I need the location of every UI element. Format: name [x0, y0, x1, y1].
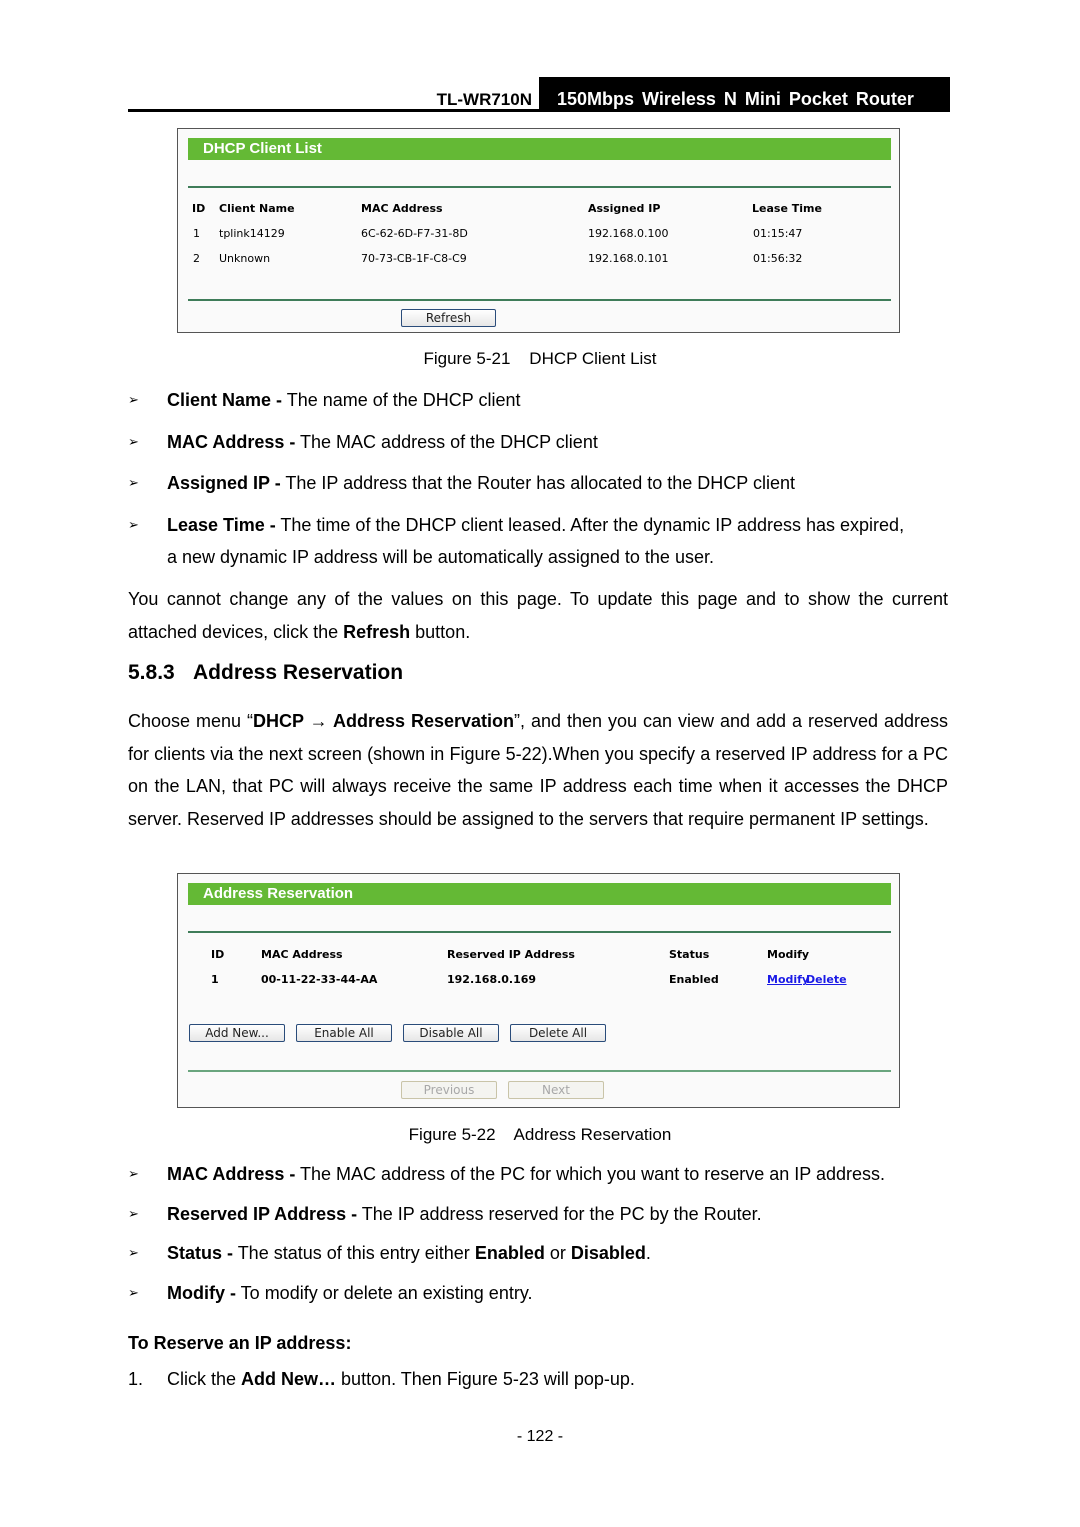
bullet-arrow-icon: ➢: [128, 392, 139, 407]
header-rule: [128, 109, 950, 112]
divider: [188, 186, 891, 188]
header-product-title: 150Mbps Wireless N Mini Pocket Router: [539, 77, 950, 112]
bullet-arrow-icon: ➢: [128, 1245, 139, 1260]
divider: [188, 931, 891, 933]
description: The MAC address of the DHCP client: [295, 432, 598, 452]
section-number: 5.8.3: [128, 661, 175, 684]
section-title: Address Reservation: [193, 661, 404, 684]
term: Reserved IP Address -: [167, 1204, 358, 1224]
bullet-arrow-icon: ➢: [128, 1166, 139, 1181]
modify-link[interactable]: Modify: [767, 973, 809, 986]
disable-all-button[interactable]: Disable All: [403, 1024, 499, 1042]
page-number: - 122 -: [516, 1428, 564, 1445]
column-header-client-name: Client Name: [219, 202, 295, 215]
term: Client Name -: [167, 390, 283, 410]
panel-title: Address Reservation: [188, 883, 891, 905]
cell-id: 2: [193, 252, 200, 265]
next-button[interactable]: Next: [508, 1081, 604, 1099]
header-model: TL-WR710N: [436, 90, 532, 109]
divider: [188, 299, 891, 301]
step-number: 1.: [128, 1369, 144, 1389]
column-header-id: ID: [192, 202, 206, 215]
bullet-arrow-icon: ➢: [128, 475, 139, 490]
column-header-assigned-ip: Assigned IP: [588, 202, 661, 215]
description: The MAC address of the PC for which you …: [295, 1164, 885, 1184]
panel-title: DHCP Client List: [188, 138, 891, 160]
column-header-reserved-ip: Reserved IP Address: [447, 948, 575, 961]
cell-mac-address: 6C-62-6D-F7-31-8D: [361, 227, 468, 240]
cell-id: 1: [193, 227, 200, 240]
column-header-modify: Modify: [767, 948, 810, 961]
cell-client-name: Unknown: [219, 252, 271, 265]
description: To modify or delete an existing entry.: [236, 1283, 533, 1303]
section-heading: 5.8.3 Address Reservation: [128, 661, 403, 685]
divider: [188, 1070, 891, 1072]
cell-assigned-ip: 192.168.0.100: [588, 227, 669, 240]
cell-reserved-ip: 192.168.0.169: [447, 973, 537, 986]
bullet-arrow-icon: ➢: [128, 1206, 139, 1221]
add-new-button[interactable]: Add New...: [189, 1024, 285, 1042]
delete-all-button[interactable]: Delete All: [510, 1024, 606, 1042]
address-reservation-panel: Address Reservation ID MAC Address Reser…: [177, 873, 900, 1108]
description: The IP address that the Router has alloc…: [280, 473, 796, 493]
cell-id: 1: [211, 973, 219, 986]
cell-lease-time: 01:56:32: [753, 252, 803, 265]
description-continued: a new dynamic IP address will be automat…: [167, 547, 714, 567]
cell-client-name: tplink14129: [219, 227, 285, 240]
term: Modify -: [167, 1283, 236, 1303]
cell-lease-time: 01:15:47: [753, 227, 803, 240]
term: Assigned IP -: [167, 473, 281, 493]
term: Lease Time -: [167, 515, 276, 535]
cell-status: Enabled: [669, 973, 719, 986]
procedure-heading: To Reserve an IP address:: [128, 1333, 352, 1353]
bullet-arrow-icon: ➢: [128, 517, 139, 532]
enable-all-button[interactable]: Enable All: [296, 1024, 392, 1042]
description: The IP address reserved for the PC by th…: [357, 1204, 762, 1224]
delete-link[interactable]: Delete: [806, 973, 847, 986]
figure-caption: Figure 5-22 Address Reservation: [408, 1125, 672, 1144]
column-header-lease-time: Lease Time: [752, 202, 822, 215]
column-header-mac-address: MAC Address: [361, 202, 443, 215]
refresh-button[interactable]: Refresh: [401, 309, 496, 327]
cell-mac-address: 00-11-22-33-44-AA: [261, 973, 378, 986]
previous-button[interactable]: Previous: [401, 1081, 497, 1099]
description: The name of the DHCP client: [282, 390, 521, 410]
intro-paragraph: Choose menu “DHCP → Address Reservation”…: [128, 711, 948, 829]
bullet-arrow-icon: ➢: [128, 1285, 139, 1300]
term: MAC Address -: [167, 1164, 296, 1184]
column-header-mac-address: MAC Address: [261, 948, 343, 961]
refresh-paragraph: You cannot change any of the values on t…: [128, 589, 948, 642]
cell-mac-address: 70-73-CB-1F-C8-C9: [361, 252, 467, 265]
description: The time of the DHCP client leased. Afte…: [275, 515, 905, 535]
term: MAC Address -: [167, 432, 296, 452]
column-header-id: ID: [211, 948, 225, 961]
column-header-status: Status: [669, 948, 710, 961]
bullet-arrow-icon: ➢: [128, 434, 139, 449]
cell-assigned-ip: 192.168.0.101: [588, 252, 669, 265]
figure-caption: Figure 5-21 DHCP Client List: [423, 349, 657, 368]
dhcp-client-list-panel: DHCP Client List ID Client Name MAC Addr…: [177, 128, 900, 333]
term: Status -: [167, 1243, 234, 1263]
